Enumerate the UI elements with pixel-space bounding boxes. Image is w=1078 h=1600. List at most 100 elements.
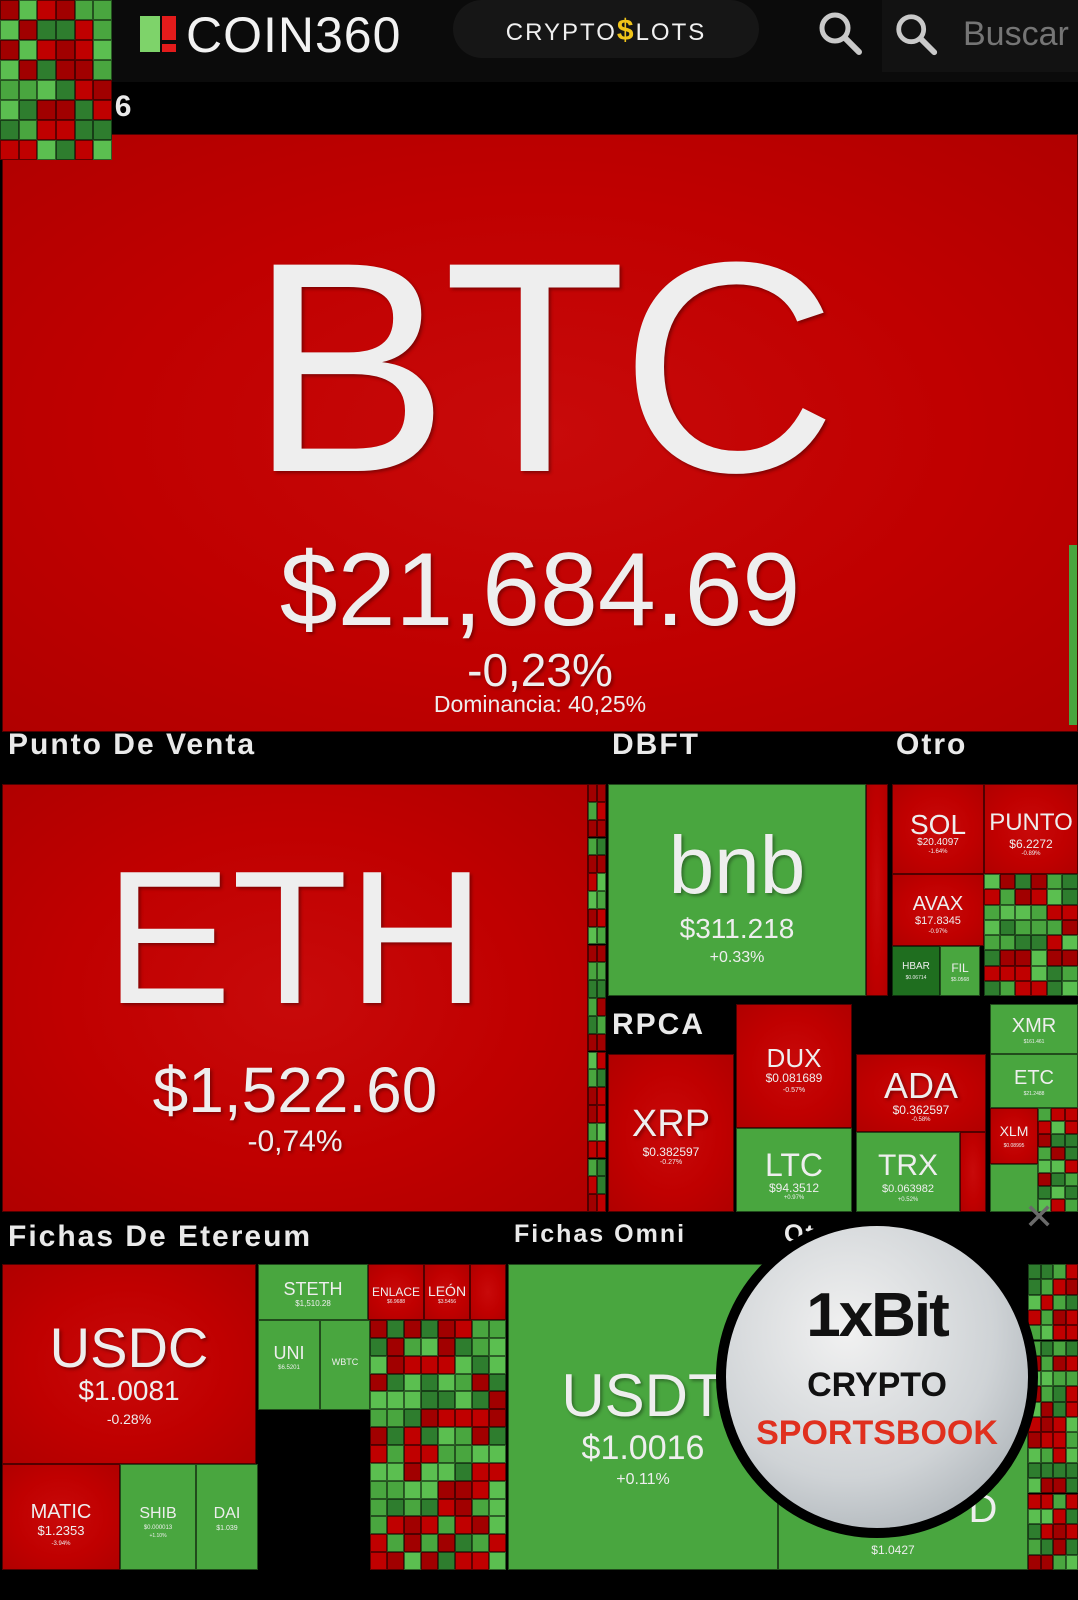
- coin-tile-tiny[interactable]: [1065, 1539, 1078, 1555]
- coin-tile-tiny[interactable]: [1046, 935, 1063, 951]
- coin-tile-tiny[interactable]: [370, 1445, 387, 1463]
- coin-tile-tiny[interactable]: [0, 80, 19, 100]
- coin-tile-tiny[interactable]: [597, 784, 606, 802]
- coin-tile-tiny[interactable]: [597, 962, 606, 981]
- coin-tile-tiny[interactable]: [1062, 980, 1078, 996]
- coin-tile-tiny[interactable]: [37, 100, 56, 120]
- coin-tile-tiny[interactable]: [588, 855, 597, 874]
- coin-tile-tiny[interactable]: [1064, 1108, 1078, 1121]
- coin-tile-tiny[interactable]: [597, 1105, 606, 1123]
- coin-tile-tiny[interactable]: [999, 935, 1016, 951]
- coin-tile-tiny[interactable]: [387, 1427, 404, 1445]
- coin-tile-tiny[interactable]: [999, 919, 1016, 935]
- coin-tile-tiny[interactable]: [597, 1051, 606, 1070]
- coin-tile-tiny[interactable]: [421, 1552, 438, 1570]
- coin-tile-tiny[interactable]: [56, 100, 75, 120]
- coin-tile-tiny[interactable]: [438, 1445, 455, 1463]
- coin-tile-tiny[interactable]: [588, 1087, 597, 1105]
- coin-tile-tiny[interactable]: [56, 0, 75, 20]
- coin-tile-tiny[interactable]: [597, 926, 606, 945]
- coin-tile-tiny[interactable]: [421, 1462, 438, 1481]
- coin-tile-enlace[interactable]: ENLACE $6.9688: [368, 1264, 424, 1320]
- coin-tile-tiny[interactable]: [421, 1373, 438, 1392]
- coin-tile-tiny[interactable]: [588, 980, 597, 998]
- coin-tile-tiny[interactable]: [404, 1445, 421, 1463]
- coin-tile-tiny[interactable]: [588, 1122, 597, 1141]
- coin-tile-tiny[interactable]: [472, 1516, 489, 1535]
- coin-tile-tiny[interactable]: [387, 1355, 404, 1374]
- coin-tile-tiny[interactable]: [387, 1516, 404, 1535]
- coin-tile-tiny[interactable]: [18, 0, 38, 20]
- coin-tile-shib[interactable]: SHIB $0.000013 +1.10%: [120, 1464, 196, 1570]
- coin-tile-tiny[interactable]: [489, 1498, 506, 1517]
- coin-tile-tiny[interactable]: [387, 1552, 404, 1570]
- site-logo[interactable]: COIN360: [186, 6, 401, 64]
- coin-tile-tiny[interactable]: [999, 965, 1016, 981]
- coin-tile-tiny[interactable]: [1040, 1462, 1053, 1479]
- coin-tile-tiny[interactable]: [489, 1391, 506, 1410]
- coin-tile-tiny[interactable]: [489, 1409, 506, 1428]
- coin-tile-tiny[interactable]: [1028, 1264, 1041, 1280]
- coin-tile-tiny[interactable]: [18, 60, 38, 80]
- coin-tile-tiny[interactable]: [984, 980, 1000, 996]
- coin-tile-tiny[interactable]: [387, 1480, 404, 1499]
- coin-tile-tiny[interactable]: [984, 874, 1000, 890]
- coin-tile-tiny[interactable]: [1051, 1147, 1065, 1160]
- coin-tile-tiny[interactable]: [597, 998, 606, 1016]
- coin-tile-fil[interactable]: FIL $5.0568: [940, 946, 980, 996]
- coin-tile-tiny[interactable]: [0, 0, 19, 20]
- coin-tile-tiny[interactable]: [455, 1355, 472, 1374]
- coin-tile-tiny[interactable]: [588, 1194, 597, 1212]
- coin-tile-tiny[interactable]: [370, 1462, 387, 1481]
- coin-tile-tiny[interactable]: [74, 140, 94, 160]
- coin-tile-tiny[interactable]: [438, 1373, 455, 1392]
- coin-tile-tiny[interactable]: [984, 889, 1000, 905]
- coin-tile-tiny[interactable]: [438, 1409, 455, 1428]
- coin-tile-tiny[interactable]: [421, 1409, 438, 1428]
- coin-tile-tiny[interactable]: [472, 1373, 489, 1392]
- coin-tile-tiny[interactable]: [1040, 1417, 1053, 1433]
- coin-tile-tiny[interactable]: [1040, 1447, 1053, 1463]
- coin-tile-tiny[interactable]: [370, 1373, 387, 1392]
- coin-tile-tiny[interactable]: [1053, 1294, 1066, 1310]
- coin-tile-tiny[interactable]: [588, 998, 597, 1016]
- coin-tile-tiny[interactable]: [588, 891, 597, 909]
- coin-tile-tiny[interactable]: [1064, 1121, 1078, 1134]
- coin-tile-tiny[interactable]: [472, 1320, 489, 1338]
- coin-tile-tiny[interactable]: [1053, 1355, 1066, 1372]
- coin-tile-tiny[interactable]: [597, 819, 606, 838]
- coin-tile-tiny[interactable]: [1053, 1264, 1066, 1280]
- coin-tile-tiny[interactable]: [438, 1480, 455, 1499]
- coin-tile-small[interactable]: [866, 784, 888, 996]
- coin-tile-tiny[interactable]: [370, 1391, 387, 1410]
- coin-tile-tiny[interactable]: [74, 120, 94, 140]
- coin-tile-tiny[interactable]: [404, 1391, 421, 1410]
- coin-tile-tiny[interactable]: [1053, 1401, 1066, 1417]
- coin-tile-tiny[interactable]: [1065, 1417, 1078, 1433]
- coin-tile-tiny[interactable]: [1028, 1508, 1041, 1525]
- coin-tile-tiny[interactable]: [1065, 1508, 1078, 1525]
- coin-tile-tiny[interactable]: [472, 1445, 489, 1463]
- coin-tile-tiny[interactable]: [387, 1462, 404, 1481]
- coin-tile-tiny[interactable]: [1015, 980, 1031, 996]
- coin-tile-tiny[interactable]: [1053, 1508, 1066, 1525]
- coin-tile-tiny[interactable]: [0, 140, 19, 160]
- coin-tile-tiny[interactable]: [1053, 1386, 1066, 1402]
- coin-tile-tiny[interactable]: [438, 1516, 455, 1535]
- coin-tile-leon[interactable]: LEÓN $3.5456: [424, 1264, 470, 1320]
- coin-tile-tiny[interactable]: [37, 20, 56, 40]
- coin-tile-tiny[interactable]: [1046, 980, 1063, 996]
- coin-tile-tiny[interactable]: [1051, 1134, 1065, 1147]
- coin-tile-tiny[interactable]: [370, 1552, 387, 1570]
- coin-tile-tiny[interactable]: [404, 1320, 421, 1338]
- coin-tile-tiny[interactable]: [489, 1337, 506, 1356]
- coin-tile-tiny[interactable]: [1053, 1539, 1066, 1555]
- coin-tile-tiny[interactable]: [1028, 1462, 1041, 1479]
- coin-tile-tiny[interactable]: [0, 120, 19, 140]
- coin-tile-tiny[interactable]: [1015, 889, 1031, 905]
- coin-tile-tiny[interactable]: [1038, 1108, 1052, 1121]
- coin-tile-tiny[interactable]: [93, 40, 112, 60]
- coin-tile-ltc[interactable]: LTC $94.3512 +0.97%: [736, 1128, 852, 1212]
- coin-tile-tiny[interactable]: [18, 140, 38, 160]
- coin-tile-etc[interactable]: ETC $21.2488: [990, 1054, 1078, 1108]
